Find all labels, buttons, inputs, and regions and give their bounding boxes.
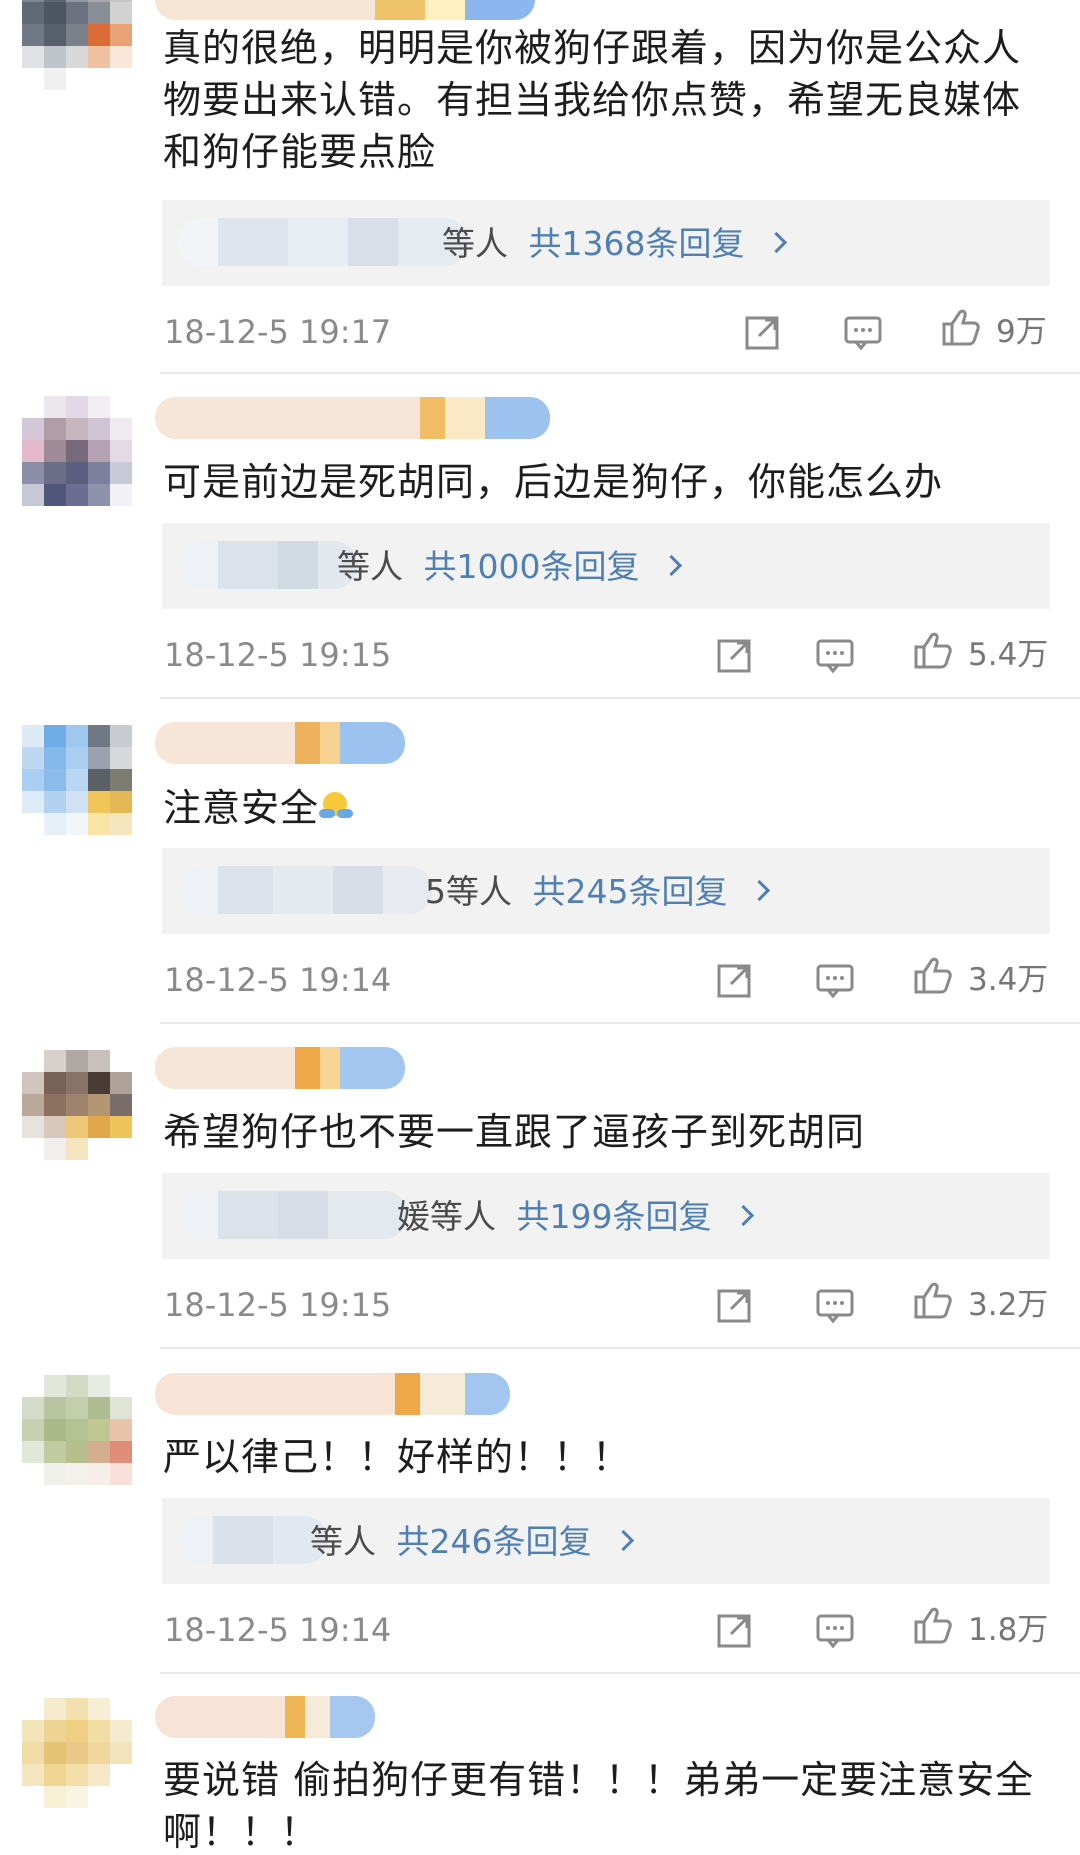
- comment-icon[interactable]: [813, 1283, 857, 1327]
- blurred-reply-names: [178, 1191, 408, 1239]
- timestamp: 18-12-5 19:14: [164, 961, 392, 999]
- chevron-right-icon: [612, 1529, 635, 1552]
- like-icon[interactable]: [910, 1604, 954, 1648]
- reply-summary[interactable]: 等人 共246条回复: [310, 1522, 635, 1562]
- avatar[interactable]: [22, 1375, 132, 1485]
- divider: [160, 372, 1080, 374]
- divider: [160, 1022, 1080, 1024]
- chevron-right-icon: [732, 1204, 755, 1227]
- username[interactable]: [155, 722, 405, 764]
- reply-count-link[interactable]: 共1000条回复: [424, 547, 640, 586]
- divider: [160, 1347, 1080, 1349]
- avatar[interactable]: [22, 725, 132, 835]
- comment-icon[interactable]: [813, 958, 857, 1002]
- username[interactable]: [155, 1696, 375, 1738]
- like-icon[interactable]: [938, 306, 982, 350]
- share-icon[interactable]: [713, 633, 757, 677]
- reply-suffix: 5等人: [425, 872, 512, 911]
- comment-icon[interactable]: [813, 1608, 857, 1652]
- comment-text: 注意安全: [163, 782, 1043, 834]
- emoji-icon: [319, 790, 354, 824]
- reply-suffix: 媛等人: [397, 1197, 496, 1236]
- like-icon[interactable]: [910, 629, 954, 673]
- username[interactable]: [155, 397, 550, 439]
- avatar[interactable]: [22, 1698, 132, 1808]
- like-count: 1.8万: [968, 1612, 1049, 1648]
- reply-count-link[interactable]: 共246条回复: [397, 1522, 592, 1561]
- like-count: 3.2万: [968, 1287, 1049, 1323]
- username[interactable]: [155, 0, 535, 20]
- comment-text-content: 注意安全: [163, 786, 320, 830]
- blurred-reply-names: [178, 541, 358, 589]
- comment-text: 可是前边是死胡同，后边是狗仔，你能怎么办: [163, 460, 944, 504]
- avatar[interactable]: [22, 0, 132, 90]
- reply-suffix: 等人: [337, 547, 403, 586]
- share-icon[interactable]: [713, 1608, 757, 1652]
- timestamp: 18-12-5 19:15: [164, 636, 392, 674]
- avatar[interactable]: [22, 396, 132, 506]
- reply-suffix: 等人: [442, 224, 508, 263]
- divider: [160, 1672, 1080, 1674]
- blurred-reply-names: [178, 1516, 328, 1564]
- comment-text: 真的很绝，明明是你被狗仔跟着，因为你是公众人物要出来认错。有担当我给你点赞，希望…: [163, 26, 1022, 174]
- chevron-right-icon: [765, 231, 788, 254]
- reply-summary[interactable]: 等人 共1368条回复: [442, 224, 788, 264]
- share-icon[interactable]: [713, 958, 757, 1002]
- comment-feed: 真的很绝，明明是你被狗仔跟着，因为你是公众人物要出来认错。有担当我给你点赞，希望…: [0, 0, 1080, 1855]
- reply-preview[interactable]: 等人 共1000条回复: [162, 523, 1050, 609]
- like-icon[interactable]: [910, 954, 954, 998]
- blurred-reply-names: [178, 218, 468, 266]
- like-icon[interactable]: [910, 1279, 954, 1323]
- reply-count-link[interactable]: 共1368条回复: [529, 224, 745, 263]
- timestamp: 18-12-5 19:17: [164, 313, 392, 351]
- reply-preview[interactable]: 媛等人 共199条回复: [162, 1173, 1050, 1259]
- like-count: 3.4万: [968, 962, 1049, 998]
- username[interactable]: [155, 1047, 405, 1089]
- timestamp: 18-12-5 19:14: [164, 1611, 392, 1649]
- blurred-reply-names: [178, 866, 433, 914]
- share-icon[interactable]: [741, 310, 785, 354]
- reply-summary[interactable]: 媛等人 共199条回复: [397, 1197, 755, 1237]
- share-icon[interactable]: [713, 1283, 757, 1327]
- divider: [160, 697, 1080, 699]
- comment-icon[interactable]: [813, 633, 857, 677]
- chevron-right-icon: [660, 554, 683, 577]
- reply-preview[interactable]: 5等人 共245条回复: [162, 848, 1050, 934]
- timestamp: 18-12-5 19:15: [164, 1286, 392, 1324]
- reply-count-link[interactable]: 共199条回复: [517, 1197, 712, 1236]
- comment-text: 严以律己！！好样的！！！: [163, 1435, 632, 1479]
- like-count: 9万: [996, 314, 1047, 350]
- comment-icon[interactable]: [841, 310, 885, 354]
- reply-summary[interactable]: 等人 共1000条回复: [337, 547, 683, 587]
- reply-summary[interactable]: 5等人 共245条回复: [425, 872, 771, 912]
- comment-text: 要说错 偷拍狗仔更有错！！！弟弟一定要注意安全啊！！！: [163, 1758, 1035, 1854]
- reply-preview[interactable]: 等人 共246条回复: [162, 1498, 1050, 1584]
- comment-text: 希望狗仔也不要一直跟了逼孩子到死胡同: [163, 1110, 866, 1154]
- reply-preview[interactable]: 等人 共1368条回复: [162, 200, 1050, 286]
- username[interactable]: [155, 1373, 510, 1415]
- like-count: 5.4万: [968, 637, 1049, 673]
- avatar[interactable]: [22, 1050, 132, 1160]
- chevron-right-icon: [748, 879, 771, 902]
- reply-count-link[interactable]: 共245条回复: [533, 872, 728, 911]
- reply-suffix: 等人: [310, 1522, 376, 1561]
